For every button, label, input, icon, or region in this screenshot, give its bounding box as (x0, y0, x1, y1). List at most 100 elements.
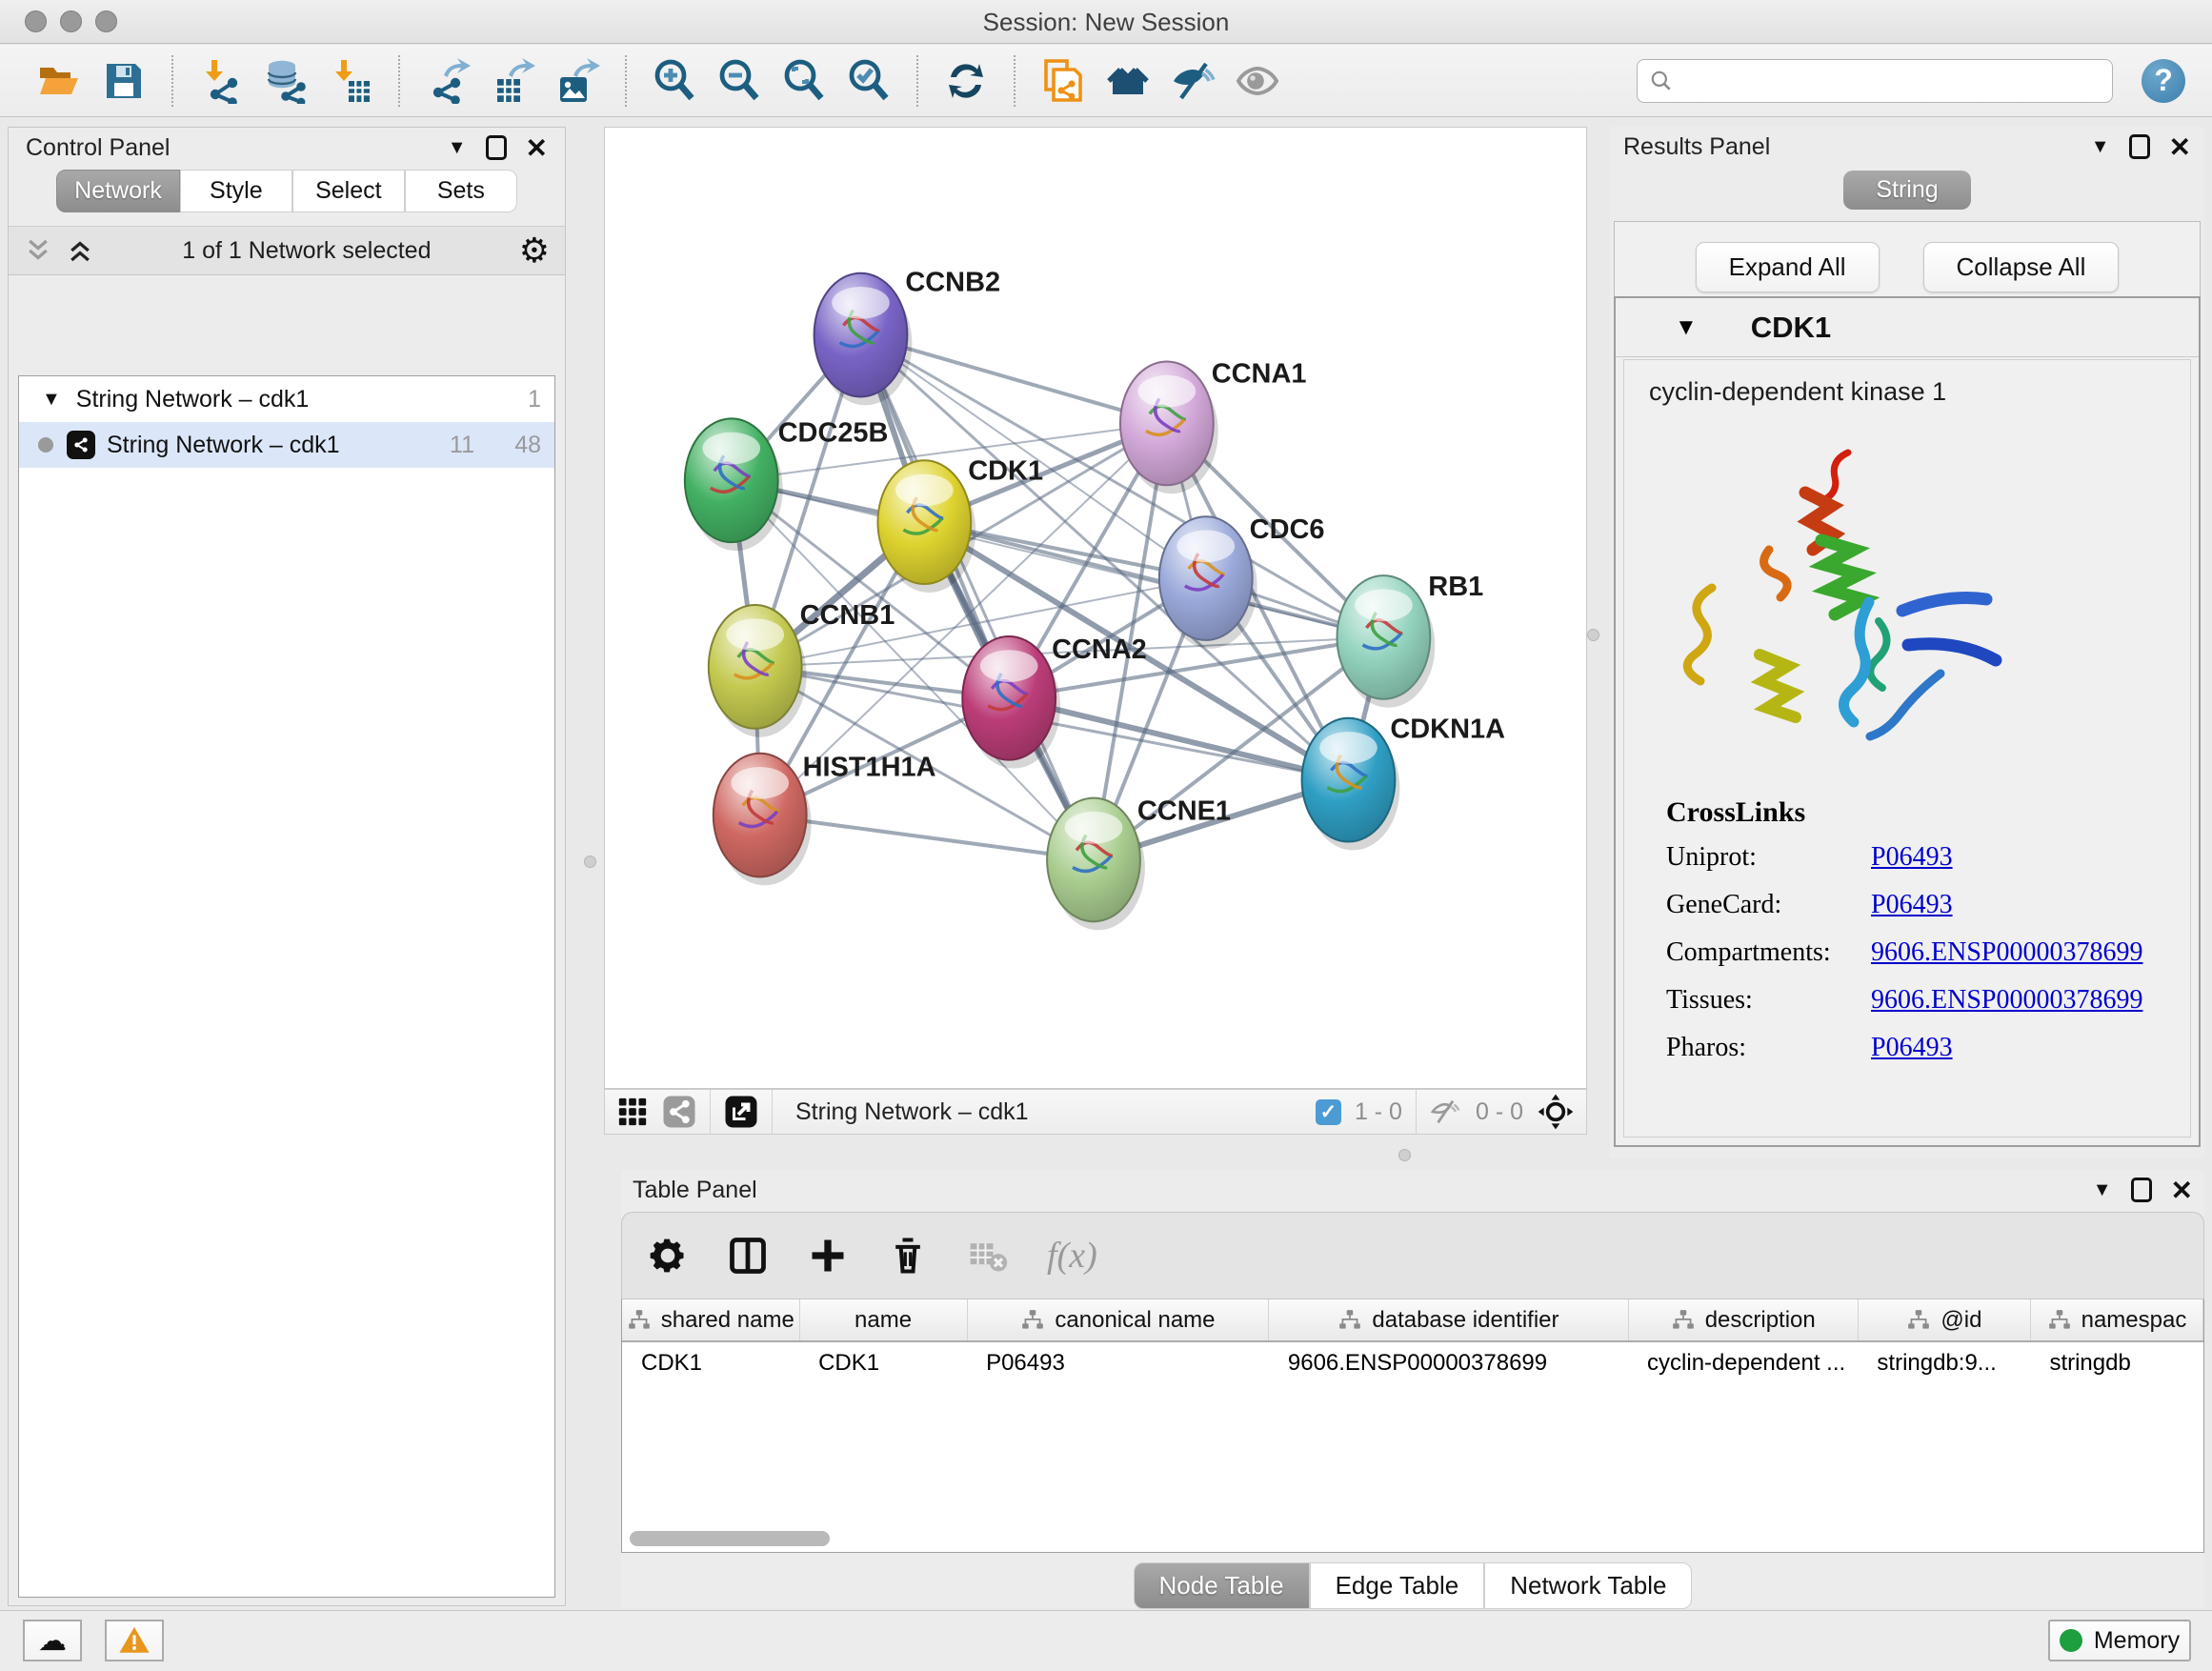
crosslinks-section: CrossLinks Uniprot: P06493 GeneCard: P06… (1624, 796, 2190, 1063)
export-table-button[interactable] (486, 54, 539, 108)
import-network-button[interactable] (194, 54, 248, 108)
horizontal-scrollbar[interactable] (630, 1531, 830, 1546)
grid-view-icon[interactable] (616, 1096, 649, 1128)
column-header[interactable]: database identifier (1269, 1299, 1628, 1341)
collection-count: 1 (528, 386, 541, 413)
table-row[interactable]: CDK1 CDK1 P06493 9606.ENSP00000378699 cy… (622, 1341, 2203, 1383)
node-detail-header[interactable]: ▼ CDK1 (1616, 298, 2199, 357)
network-row[interactable]: String Network – cdk1 11 48 (19, 422, 554, 468)
network-node-ccnb1[interactable]: CCNB1 (709, 600, 895, 737)
tab-sets[interactable]: Sets (405, 170, 517, 212)
birdseye-view-icon[interactable] (662, 1095, 696, 1129)
expand-all-button[interactable]: Expand All (1696, 242, 1880, 292)
function-builder-icon: f(x) (1047, 1235, 1097, 1277)
crosslink-link[interactable]: 9606.ENSP00000378699 (1871, 985, 2142, 1016)
search-box (1637, 59, 2113, 103)
network-view-toolbar: String Network – cdk1 ✓ 1 - 0 0 - 0 (604, 1089, 1587, 1135)
pan-mode-icon[interactable] (1537, 1093, 1575, 1131)
tab-network-table[interactable]: Network Table (1484, 1562, 1692, 1609)
node-detail-card: ▼ CDK1 cyclin-dependent kinase 1 (1614, 296, 2201, 1147)
panel-close-icon[interactable]: ✕ (526, 132, 548, 164)
first-neighbors-button[interactable] (1101, 54, 1155, 108)
column-header[interactable]: namespac (2030, 1299, 2202, 1341)
network-node-ccnb2[interactable]: CCNB2 (814, 268, 1000, 406)
horizontal-splitter-handle[interactable] (1398, 1149, 1411, 1161)
zoom-out-button[interactable] (713, 54, 766, 108)
expand-all-icon[interactable] (24, 236, 52, 265)
zoom-fit-button[interactable] (777, 54, 831, 108)
refresh-layout-button[interactable] (939, 54, 993, 108)
network-node-ccna1[interactable]: CCNA1 (1120, 358, 1306, 493)
show-all-button[interactable] (1231, 54, 1284, 108)
tree-expand-icon[interactable]: ▼ (42, 389, 61, 411)
table-panel-title: Table Panel (633, 1177, 757, 1204)
zoom-in-button[interactable] (648, 54, 701, 108)
column-header[interactable]: name (799, 1299, 967, 1341)
import-network-from-database-button[interactable] (259, 54, 312, 108)
import-table-button[interactable] (324, 54, 377, 108)
entry-gene-name: CDK1 (1751, 311, 1831, 345)
network-node-cdk1[interactable]: CDK1 (877, 455, 1043, 593)
show-columns-icon[interactable] (727, 1235, 769, 1277)
results-panel: Results Panel ▼ ✕ String Expand All Coll… (1610, 127, 2204, 1158)
panel-menu-icon[interactable]: ▼ (2093, 1179, 2112, 1201)
memory-button[interactable]: Memory (2048, 1620, 2191, 1661)
clone-network-button[interactable] (1036, 54, 1090, 108)
warnings-button[interactable] (105, 1620, 164, 1661)
column-header[interactable]: shared name (622, 1299, 799, 1341)
toolbar-separator (1416, 1090, 1417, 1134)
search-input[interactable] (1681, 68, 2101, 94)
panel-float-icon[interactable] (2131, 1178, 2152, 1202)
network-node-hist1h1a[interactable]: HIST1H1A (714, 753, 936, 886)
panel-menu-icon[interactable]: ▼ (448, 137, 467, 159)
status-bar: ☁ Memory (0, 1610, 2212, 1671)
detach-view-icon[interactable] (724, 1095, 758, 1129)
crosslink-link[interactable]: 9606.ENSP00000378699 (1871, 937, 2142, 968)
network-node-cdc25b[interactable]: CDC25B (685, 417, 889, 551)
panel-float-icon[interactable] (486, 135, 507, 160)
table-settings-gear-icon[interactable] (647, 1235, 689, 1277)
gear-icon[interactable]: ⚙ (519, 233, 550, 268)
tab-edge-table[interactable]: Edge Table (1310, 1562, 1485, 1609)
open-session-button[interactable] (32, 54, 86, 108)
cloud-button[interactable]: ☁ (23, 1620, 82, 1661)
column-header[interactable]: description (1628, 1299, 1858, 1341)
column-header[interactable]: canonical name (967, 1299, 1269, 1341)
help-button[interactable]: ? (2142, 59, 2185, 103)
collapse-entry-icon[interactable]: ▼ (1675, 314, 1698, 341)
network-collection-row[interactable]: ▼ String Network – cdk1 1 (19, 376, 554, 422)
network-node-rb1[interactable]: RB1 (1337, 572, 1483, 708)
crosslink-link[interactable]: P06493 (1871, 842, 1953, 873)
add-column-icon[interactable] (807, 1235, 849, 1277)
crosslink-link[interactable]: P06493 (1871, 890, 1953, 920)
tab-select[interactable]: Select (292, 170, 405, 212)
export-image-button[interactable] (551, 54, 604, 108)
vertical-splitter-handle[interactable] (1587, 629, 1599, 641)
vertical-splitter-handle[interactable] (584, 856, 596, 868)
collapse-all-button[interactable]: Collapse All (1923, 242, 2120, 292)
selected-nodes-checkbox[interactable]: ✓ (1316, 1099, 1341, 1125)
network-node-ccne1[interactable]: CCNE1 (1047, 796, 1231, 931)
delete-column-icon[interactable] (887, 1235, 929, 1277)
tab-node-table[interactable]: Node Table (1134, 1562, 1310, 1609)
network-node-cdkn1a[interactable]: CDKN1A (1302, 715, 1506, 851)
cell-canonical-name: P06493 (967, 1341, 1269, 1383)
toolbar-separator (1014, 55, 1016, 107)
hide-selected-button[interactable] (1166, 54, 1219, 108)
panel-close-icon[interactable]: ✕ (2171, 1175, 2193, 1206)
export-network-button[interactable] (421, 54, 474, 108)
network-node-cdc6[interactable]: CDC6 (1159, 514, 1325, 649)
tab-network[interactable]: Network (56, 170, 180, 212)
crosslink-link[interactable]: P06493 (1871, 1033, 1953, 1063)
network-canvas[interactable]: CCNB2CCNA1CDC25BCDK1CDC6RB1CCNB1CCNA2CDK… (604, 127, 1587, 1089)
tab-style[interactable]: Style (180, 170, 292, 212)
collapse-all-icon[interactable] (66, 236, 94, 265)
panel-menu-icon[interactable]: ▼ (2091, 136, 2110, 158)
tab-string[interactable]: String (1843, 171, 1970, 210)
panel-close-icon[interactable]: ✕ (2169, 131, 2191, 163)
zoom-selected-button[interactable] (842, 54, 895, 108)
panel-float-icon[interactable] (2129, 134, 2150, 159)
control-panel-tabs: Network Style Select Sets (9, 170, 565, 212)
column-header[interactable]: @id (1858, 1299, 2030, 1341)
save-session-button[interactable] (97, 54, 151, 108)
